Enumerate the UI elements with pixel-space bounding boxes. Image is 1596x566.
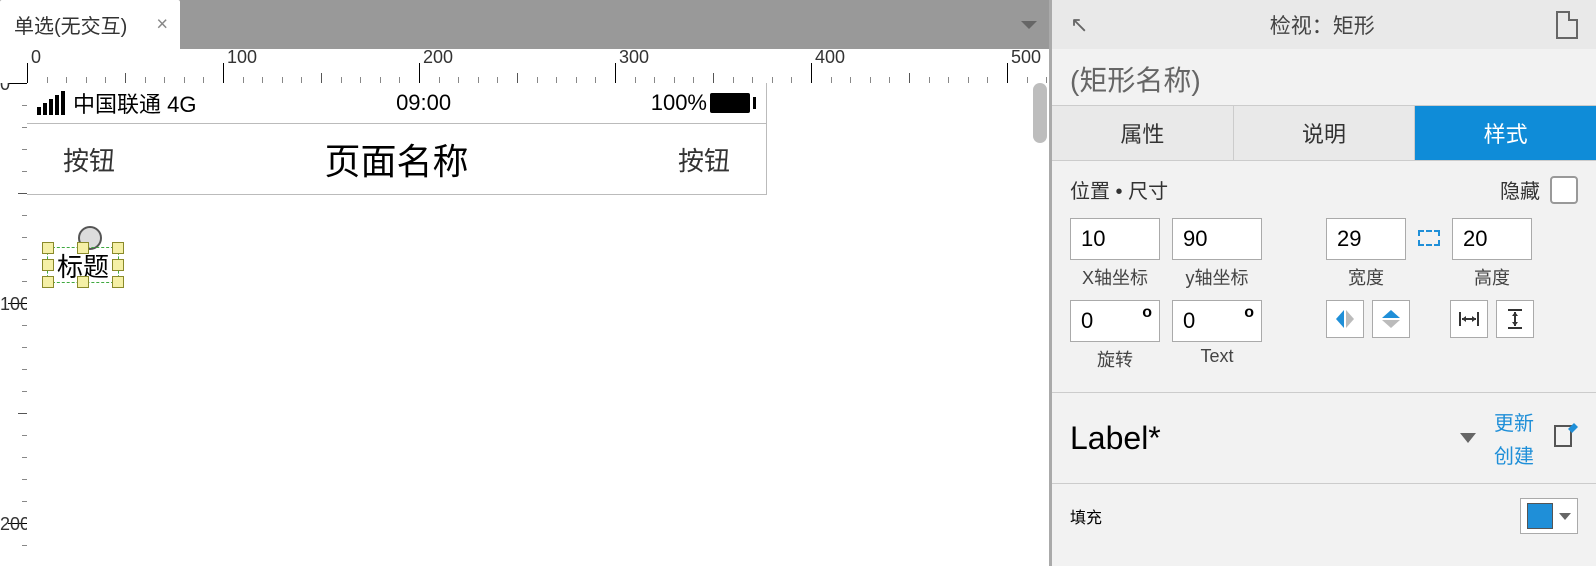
signal-icon <box>37 91 65 115</box>
nav-title: 页面名称 <box>324 133 468 185</box>
ruler-label: 400 <box>815 49 845 68</box>
aspect-lock-icon[interactable] <box>1418 230 1440 246</box>
hide-checkbox[interactable] <box>1550 176 1578 204</box>
fit-height-icon[interactable] <box>1496 300 1534 338</box>
text-rotation-label: Text <box>1200 346 1233 367</box>
resize-handle[interactable] <box>42 259 54 271</box>
status-bar: 中国联通 4G 09:00 100% <box>27 83 766 123</box>
fit-width-icon[interactable] <box>1450 300 1488 338</box>
chevron-down-icon <box>1559 513 1571 520</box>
ruler-corner <box>0 49 27 83</box>
resize-handle[interactable] <box>77 276 89 288</box>
ruler-label: 100 <box>0 294 27 315</box>
tab-notes[interactable]: 说明 <box>1234 106 1416 160</box>
battery-percent: 100% <box>651 90 707 116</box>
section-title: 位置 • 尺寸 <box>1070 175 1168 204</box>
tab-bar: 单选(无交互) × <box>0 0 1049 49</box>
battery-icon <box>710 93 750 113</box>
phone-frame: 中国联通 4G 09:00 100% 按钮 页面名称 按钮 <box>27 83 767 195</box>
inspector-header: ↖ 检视：矩形 <box>1052 0 1596 49</box>
x-label: X轴坐标 <box>1082 264 1148 290</box>
width-label: 宽度 <box>1348 264 1384 290</box>
radio-icon <box>78 226 102 250</box>
radio-widget[interactable] <box>57 226 123 254</box>
fill-section: 填充 <box>1052 484 1596 548</box>
ruler-label: 0 <box>31 49 41 68</box>
ruler-label: 200 <box>423 49 453 68</box>
nav-bar: 按钮 页面名称 按钮 <box>27 123 766 195</box>
resize-handle[interactable] <box>42 242 54 254</box>
create-link[interactable]: 创建 <box>1494 440 1534 469</box>
ruler-label: 0 <box>0 83 10 95</box>
ruler-vertical[interactable]: 0 100 200 <box>0 83 27 566</box>
width-input[interactable] <box>1326 218 1406 260</box>
ruler-horizontal[interactable]: 0 100 200 300 400 500 <box>27 49 1049 83</box>
height-input[interactable] <box>1452 218 1532 260</box>
inspector-title: 检视：矩形 <box>1270 10 1375 40</box>
collapse-icon[interactable]: ↖ <box>1070 12 1088 38</box>
ruler-label: 100 <box>227 49 257 68</box>
scrollbar-vertical[interactable] <box>1033 83 1047 143</box>
rotation-label: 旋转 <box>1097 346 1133 372</box>
tab-dropdown-icon[interactable] <box>1021 21 1037 29</box>
tab-style[interactable]: 样式 <box>1415 106 1596 160</box>
canvas[interactable]: 中国联通 4G 09:00 100% 按钮 页面名称 按钮 <box>27 83 1049 566</box>
style-label: Label* <box>1070 420 1161 457</box>
degree-icon: o <box>1142 304 1152 322</box>
style-dropdown-icon[interactable] <box>1460 433 1476 443</box>
time-label: 09:00 <box>396 90 451 116</box>
y-input[interactable] <box>1172 218 1262 260</box>
carrier-label: 中国联通 4G <box>73 87 196 119</box>
tab-label: 单选(无交互) <box>14 10 127 39</box>
update-link[interactable]: 更新 <box>1494 407 1534 436</box>
close-icon[interactable]: × <box>156 13 168 36</box>
flip-vertical-icon[interactable] <box>1372 300 1410 338</box>
inspector-panel: ↖ 检视：矩形 (矩形名称) 属性 说明 样式 位置 • 尺寸 隐藏 X轴坐标 <box>1049 0 1596 566</box>
battery-indicator: 100% <box>651 90 756 116</box>
resize-handle[interactable] <box>112 259 124 271</box>
tab-properties[interactable]: 属性 <box>1052 106 1234 160</box>
ruler-label: 300 <box>619 49 649 68</box>
nav-right-button[interactable]: 按钮 <box>678 141 730 178</box>
degree-icon: o <box>1244 304 1254 322</box>
x-input[interactable] <box>1070 218 1160 260</box>
y-label: y轴坐标 <box>1186 264 1249 290</box>
nav-left-button[interactable]: 按钮 <box>63 141 115 178</box>
page-tab[interactable]: 单选(无交互) × <box>0 0 180 49</box>
position-size-section: 位置 • 尺寸 隐藏 X轴坐标 y轴坐标 宽度 <box>1052 161 1596 393</box>
flip-horizontal-icon[interactable] <box>1326 300 1364 338</box>
ruler-horizontal-container: 0 100 200 300 400 500 <box>0 49 1049 83</box>
height-label: 高度 <box>1474 264 1510 290</box>
ruler-label: 500 <box>1011 49 1041 68</box>
ruler-label: 200 <box>0 514 27 535</box>
page-icon[interactable] <box>1556 11 1578 39</box>
fill-label: 填充 <box>1070 504 1102 528</box>
shape-name-field[interactable]: (矩形名称) <box>1052 49 1596 105</box>
edit-style-icon[interactable] <box>1552 423 1578 454</box>
resize-handle[interactable] <box>42 276 54 288</box>
inspector-tabs: 属性 说明 样式 <box>1052 105 1596 161</box>
hide-label: 隐藏 <box>1500 175 1540 204</box>
color-swatch <box>1527 503 1553 529</box>
resize-handle[interactable] <box>112 276 124 288</box>
label-style-section: Label* 更新 创建 <box>1052 393 1596 484</box>
fill-color-picker[interactable] <box>1520 498 1578 534</box>
